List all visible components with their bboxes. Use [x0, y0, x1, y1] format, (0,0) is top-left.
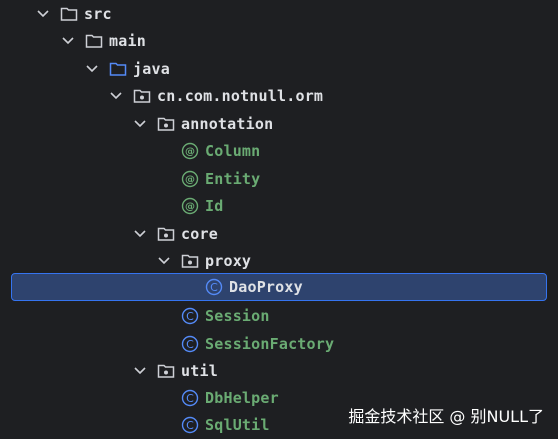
tree-node-java[interactable]: java — [0, 55, 558, 82]
tree-node-label: DaoProxy — [229, 278, 303, 296]
annotation-icon: @ — [181, 170, 199, 187]
tree-node-label: annotation — [181, 114, 274, 133]
tree-node-src[interactable]: src — [0, 0, 558, 27]
class-icon: C — [181, 307, 199, 324]
svg-text:C: C — [186, 392, 194, 405]
svg-text:C: C — [186, 419, 194, 432]
tree-node-sessionfactory[interactable]: C SessionFactory — [0, 330, 558, 357]
tree-node-label: SqlUtil — [205, 415, 270, 434]
package-icon — [133, 88, 151, 104]
source-folder-icon — [109, 61, 127, 77]
package-icon — [181, 253, 199, 269]
tree-node-label: core — [181, 224, 218, 243]
tree-node-label: java — [133, 59, 170, 78]
chevron-down-icon[interactable] — [133, 227, 147, 241]
tree-node-column[interactable]: @ Column — [0, 137, 558, 164]
annotation-icon: @ — [181, 142, 199, 159]
package-icon — [157, 116, 175, 132]
chevron-down-icon[interactable] — [85, 62, 99, 76]
tree-node-util[interactable]: util — [0, 357, 558, 384]
class-icon: C — [181, 389, 199, 406]
chevron-down-icon[interactable] — [61, 34, 75, 48]
svg-text:@: @ — [185, 201, 195, 212]
tree-node-label: util — [181, 361, 218, 380]
tree-node-label: SessionFactory — [205, 334, 335, 353]
tree-node-label: src — [84, 4, 112, 23]
folder-icon — [60, 6, 78, 22]
chevron-down-icon[interactable] — [36, 7, 50, 21]
tree-node-entity[interactable]: @ Entity — [0, 165, 558, 192]
tree-node-label: main — [109, 31, 146, 50]
tree-node-id[interactable]: @ Id — [0, 192, 558, 219]
tree-node-main[interactable]: main — [0, 27, 558, 54]
tree-node-label: Id — [205, 196, 224, 215]
package-icon — [157, 363, 175, 379]
watermark: 掘金技术社区 @ 别NULL了 — [348, 407, 544, 426]
tree-node-label: cn.com.notnull.orm — [157, 86, 324, 105]
svg-text:@: @ — [185, 174, 195, 185]
class-icon: C — [181, 416, 199, 433]
chevron-down-icon[interactable] — [133, 364, 147, 378]
tree-node-label: Entity — [205, 169, 261, 188]
tree-node-daoproxy[interactable]: C DaoProxy — [11, 273, 547, 301]
svg-text:C: C — [186, 338, 194, 351]
class-icon: C — [181, 335, 199, 352]
tree-node-proxy[interactable]: proxy — [0, 247, 558, 274]
tree-node-core[interactable]: core — [0, 220, 558, 247]
tree-node-label: Column — [205, 141, 261, 160]
svg-text:@: @ — [185, 146, 195, 157]
package-icon — [157, 226, 175, 242]
tree-node-label: DbHelper — [205, 388, 279, 407]
tree-node-label: proxy — [205, 251, 252, 270]
svg-text:C: C — [210, 281, 218, 294]
chevron-down-icon[interactable] — [157, 254, 171, 268]
tree-node-package-root[interactable]: cn.com.notnull.orm — [0, 82, 558, 109]
project-tree: src main java cn.com.notnull.orm annotat… — [0, 0, 558, 439]
annotation-icon: @ — [181, 197, 199, 214]
tree-node-label: Session — [205, 306, 270, 325]
folder-icon — [85, 33, 103, 49]
chevron-down-icon[interactable] — [109, 89, 123, 103]
chevron-down-icon[interactable] — [133, 117, 147, 131]
tree-node-annotation[interactable]: annotation — [0, 110, 558, 137]
class-icon: C — [205, 278, 223, 296]
tree-node-session[interactable]: C Session — [0, 302, 558, 329]
svg-text:C: C — [186, 310, 194, 323]
